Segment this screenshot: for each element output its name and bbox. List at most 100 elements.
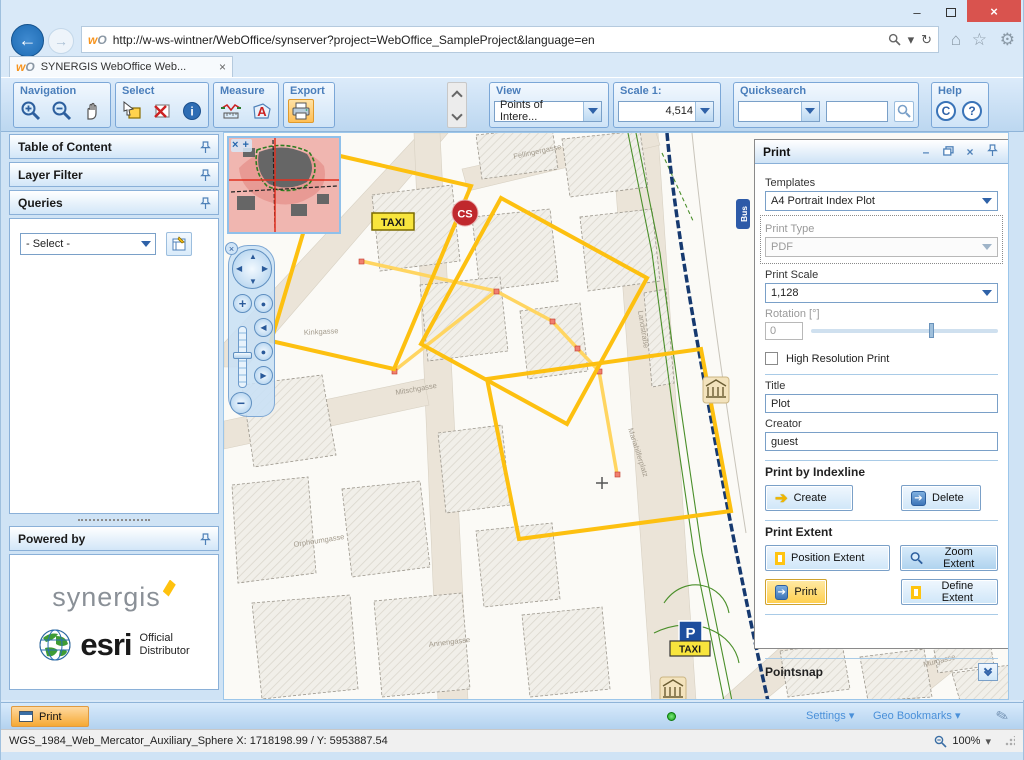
print-scale-dropdown[interactable]: 1,128: [765, 283, 998, 303]
panel-restore-icon[interactable]: [940, 145, 956, 159]
pin-icon[interactable]: [984, 144, 1000, 160]
overview-map[interactable]: × +: [227, 136, 341, 234]
select-by-rectangle-icon[interactable]: [120, 99, 144, 123]
zoom-in-button[interactable]: +: [233, 294, 252, 313]
search-caret-icon[interactable]: ▾: [908, 32, 915, 48]
center-button[interactable]: ●: [254, 342, 273, 361]
resize-grip[interactable]: [1005, 736, 1015, 746]
map-navigation-widget[interactable]: × ▲ ▼ ◀ ▶ + ● ◀ ● ▶ −: [228, 245, 275, 417]
pin-icon[interactable]: [200, 197, 211, 210]
url-text: http://w-ws-wintner/WebOffice/synserver?…: [113, 33, 888, 47]
pan-left-icon[interactable]: ◀: [236, 264, 242, 273]
sidebar-panel-table-of-content[interactable]: Table of Content: [9, 134, 219, 159]
redlining-pen-icon[interactable]: ✎: [994, 706, 1011, 727]
quicksearch-input[interactable]: [826, 101, 888, 122]
help-button[interactable]: ?: [962, 101, 982, 121]
clear-selection-icon[interactable]: [150, 99, 174, 123]
dropdown-button[interactable]: [137, 234, 155, 254]
toolbar-collapse-strip[interactable]: [447, 82, 467, 128]
panel-minimize-icon[interactable]: –: [918, 145, 934, 159]
toolbar-section-view: View Points of Intere...: [489, 82, 609, 128]
tab-close-icon[interactable]: ×: [219, 60, 226, 74]
window-maximize-button[interactable]: [937, 3, 965, 21]
dropdown-button[interactable]: [695, 102, 713, 121]
zoom-slider-handle[interactable]: [233, 352, 252, 359]
position-extent-button[interactable]: Position Extent: [765, 545, 890, 571]
zoom-in-icon[interactable]: [18, 99, 43, 123]
window-frame-bottom: [1, 752, 1023, 760]
forward-button[interactable]: →: [48, 28, 74, 54]
full-extent-button[interactable]: ●: [254, 294, 273, 313]
creator-field-input[interactable]: [765, 432, 998, 451]
taskbar-print-window-button[interactable]: Print: [11, 706, 89, 727]
overview-map-image: [229, 138, 339, 232]
print-arrow-icon: ➔: [775, 585, 788, 600]
favorites-star-icon[interactable]: ☆: [972, 30, 987, 50]
query-select-dropdown[interactable]: - Select -: [20, 233, 156, 255]
print-button[interactable]: ➔ Print: [765, 579, 827, 605]
title-field-input[interactable]: [765, 394, 998, 413]
chevron-up-icon[interactable]: [451, 90, 462, 101]
define-extent-button[interactable]: Define Extent: [901, 579, 998, 605]
refresh-icon[interactable]: ↻: [921, 32, 932, 48]
print-panel-header[interactable]: Print – ×: [755, 140, 1008, 164]
home-icon[interactable]: ⌂: [951, 30, 961, 50]
pan-right-icon[interactable]: ▶: [262, 264, 268, 273]
dropdown-button[interactable]: [801, 102, 819, 121]
pin-icon[interactable]: [200, 533, 211, 546]
back-button[interactable]: ←: [11, 24, 44, 57]
tab-weboffice[interactable]: wO SYNERGIS WebOffice Web... ×: [9, 56, 233, 77]
url-field[interactable]: wO http://w-ws-wintner/WebOffice/synserv…: [81, 26, 939, 53]
print-export-icon[interactable]: [288, 99, 314, 123]
tab-favicon: wO: [16, 60, 35, 74]
overview-close-icon[interactable]: ×: [232, 139, 238, 151]
overview-move-icon[interactable]: +: [242, 139, 248, 151]
pointsnap-expand-button[interactable]: [978, 663, 998, 681]
delete-button[interactable]: ➔ Delete: [901, 485, 981, 511]
tab-bar: wO SYNERGIS WebOffice Web... ×: [1, 56, 1023, 77]
settings-menu[interactable]: Settings ▾: [806, 709, 854, 722]
quicksearch-dropdown[interactable]: [738, 101, 820, 122]
browser-zoom-control[interactable]: 100% ▾: [934, 735, 991, 748]
quicksearch-search-icon[interactable]: [894, 101, 914, 122]
window-close-button[interactable]: ×: [967, 0, 1021, 22]
context-help-button[interactable]: C: [936, 101, 956, 121]
dropdown-button[interactable]: [583, 102, 601, 121]
pin-icon[interactable]: [200, 141, 211, 154]
sidebar-panel-layer-filter[interactable]: Layer Filter: [9, 162, 219, 187]
sidebar-splitter[interactable]: [9, 514, 219, 526]
chevron-down-icon[interactable]: [451, 109, 462, 120]
gear-icon[interactable]: ⚙: [1000, 30, 1015, 50]
search-icon[interactable]: [888, 33, 901, 46]
measure-line-icon[interactable]: [218, 99, 243, 123]
taskbar-print-label: Print: [39, 711, 62, 723]
zoom-out-button[interactable]: −: [230, 392, 252, 414]
navigator-close-icon[interactable]: ×: [225, 242, 238, 255]
view-dropdown-value: Points of Intere...: [500, 99, 581, 123]
query-form-icon[interactable]: [166, 232, 192, 256]
panel-close-icon[interactable]: ×: [962, 145, 978, 159]
geo-bookmarks-menu[interactable]: Geo Bookmarks ▾: [873, 709, 960, 722]
pin-icon[interactable]: [200, 169, 211, 182]
print-panel: Print – × Templates A4 Portrait Index Pl…: [754, 139, 1009, 649]
next-extent-button[interactable]: ▶: [254, 366, 273, 385]
zoom-out-icon[interactable]: [49, 99, 74, 123]
high-resolution-checkbox[interactable]: [765, 352, 778, 365]
measure-area-icon[interactable]: A: [249, 99, 274, 123]
templates-dropdown[interactable]: A4 Portrait Index Plot: [765, 191, 998, 211]
zoom-extent-button[interactable]: Zoom Extent: [900, 545, 998, 571]
view-dropdown[interactable]: Points of Intere...: [494, 101, 602, 122]
window-minimize-button[interactable]: –: [903, 3, 931, 21]
previous-extent-button[interactable]: ◀: [254, 318, 273, 337]
pan-down-icon[interactable]: ▼: [249, 277, 257, 286]
map-canvas[interactable]: TAXI CS Bus P TAXI: [223, 132, 1009, 700]
create-button[interactable]: ➔ Create: [765, 485, 853, 511]
sidebar-panel-queries[interactable]: Queries: [9, 190, 219, 215]
sidebar-panel-powered-by[interactable]: Powered by: [9, 526, 219, 551]
rotation-slider-handle: [929, 323, 934, 338]
info-icon[interactable]: i: [180, 99, 204, 123]
pan-up-icon[interactable]: ▲: [249, 252, 257, 261]
pan-hand-icon[interactable]: [81, 99, 106, 123]
scale-dropdown[interactable]: 4,514: [618, 101, 714, 122]
pan-dpad[interactable]: ▲ ▼ ◀ ▶: [232, 249, 272, 289]
